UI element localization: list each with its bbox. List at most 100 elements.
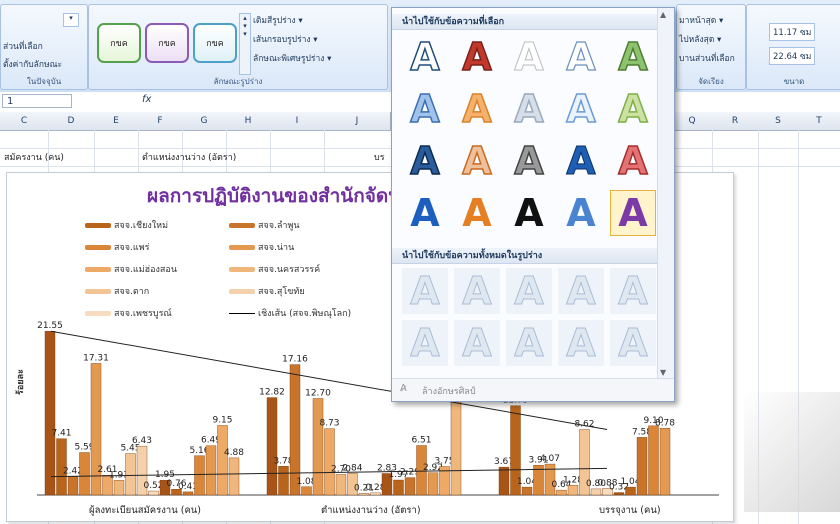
column-header[interactable]: C (0, 112, 49, 131)
chart-bar[interactable] (625, 486, 636, 496)
chart-bar[interactable] (521, 486, 533, 496)
wordart-style-tile[interactable]: A (454, 86, 500, 132)
chart-bar[interactable] (44, 331, 56, 496)
wordart-style-tile[interactable]: A (454, 34, 500, 80)
cell-c1[interactable]: สมัครงาน (คน) (4, 150, 64, 164)
shape-style-purple[interactable]: กขค (145, 23, 189, 63)
wordart-style-tile[interactable]: A (558, 190, 604, 236)
wordart-style-tile[interactable]: A (402, 138, 448, 184)
chart-bar[interactable] (427, 472, 439, 496)
chart-bar[interactable] (393, 479, 404, 496)
chart-bar[interactable] (324, 428, 335, 496)
chart-bar[interactable] (79, 452, 90, 496)
dropdown-arrow-icon[interactable]: ▾ (63, 13, 79, 27)
chart-bar[interactable] (194, 455, 205, 496)
send-back-button[interactable]: ไปหลังสุด ▾ (679, 32, 721, 46)
chart-bar[interactable] (148, 490, 159, 496)
wordart-style-tile[interactable]: A (506, 138, 552, 184)
chart-bar[interactable] (289, 364, 301, 496)
wordart-style-tile[interactable]: A (610, 34, 656, 80)
chart-bar[interactable] (370, 492, 381, 496)
chart-bar[interactable] (613, 492, 625, 496)
wordart-style-tile[interactable]: A (558, 86, 604, 132)
wordart-gallery-panel[interactable]: นำไปใช้กับข้อความที่เลือก นำไปใช้กับข้อค… (391, 7, 675, 402)
chart-bar[interactable] (556, 489, 567, 496)
wordart-style-tile[interactable]: A (610, 86, 656, 132)
wordart-style-tile[interactable]: A (558, 138, 604, 184)
chart-bar[interactable] (67, 476, 79, 496)
shape-height-field[interactable]: 11.17 ซม (769, 23, 816, 41)
chart-bar[interactable] (590, 488, 602, 496)
wordart-style-tile[interactable]: A (506, 34, 552, 80)
wordart-style-tile[interactable]: A (454, 190, 500, 236)
wordart-shape-tile[interactable]: A (558, 320, 604, 366)
shape-effects-button[interactable]: ลักษณะพิเศษรูปร่าง ▾ (253, 51, 331, 65)
chart-bar[interactable] (125, 453, 136, 496)
chart-bar[interactable] (648, 425, 659, 496)
chart-bar[interactable] (335, 474, 347, 496)
column-header[interactable]: T (798, 112, 840, 131)
shape-outline-button[interactable]: เส้นกรอบรูปร่าง ▾ (253, 32, 318, 46)
column-header[interactable]: F (138, 112, 183, 131)
cell-f1[interactable]: ตำแหน่งงานว่าง (อัตรา) (142, 150, 236, 164)
wordart-style-tile[interactable]: A (610, 138, 656, 184)
name-box[interactable]: 1 (2, 94, 72, 108)
scroll-up-icon[interactable]: ▲ (660, 10, 666, 19)
clear-wordart-button[interactable]: ล้างอักษรศิลป์ (422, 384, 476, 398)
chart-bar[interactable] (567, 485, 579, 496)
clear-wordart-row[interactable]: A̷ ล้างอักษรศิลป์ (392, 378, 674, 401)
chart-bar[interactable] (636, 437, 648, 496)
chart-bar[interactable] (498, 466, 510, 496)
chart-bar[interactable] (278, 466, 289, 496)
gallery-scroll-icon[interactable]: ▴ ▾ ▾ (239, 13, 251, 75)
chart-bar[interactable] (205, 445, 217, 496)
wordart-shape-tile[interactable]: A (506, 268, 552, 314)
chart-bar[interactable] (90, 363, 102, 496)
wordart-style-tile[interactable]: A (454, 138, 500, 184)
reset-style-button[interactable]: ตั้งค่ากับลักษณะ (3, 57, 62, 71)
wordart-style-tile[interactable]: A (402, 190, 448, 236)
column-header[interactable]: S (758, 112, 799, 131)
column-header[interactable]: R (712, 112, 759, 131)
chart-bar[interactable] (182, 491, 194, 496)
wordart-shape-tile[interactable]: A (454, 320, 500, 366)
wordart-style-tile[interactable]: A (506, 86, 552, 132)
chart-bar[interactable] (301, 486, 312, 496)
wordart-style-tile[interactable]: A (402, 34, 448, 80)
column-header[interactable]: J (324, 112, 391, 131)
column-header[interactable]: D (48, 112, 95, 131)
selection-pane-button[interactable]: บานส่วนที่เลือก (679, 51, 735, 65)
shape-width-field[interactable]: 22.64 ซม (769, 47, 816, 65)
chart-bar[interactable] (659, 428, 671, 496)
chart-bar[interactable] (312, 398, 324, 496)
wordart-shape-tile[interactable]: A (506, 320, 552, 366)
wordart-shape-tile[interactable]: A (454, 268, 500, 314)
bring-front-button[interactable]: มาหน้าสุด ▾ (679, 13, 723, 27)
wordart-shape-tile[interactable]: A (402, 268, 448, 314)
wordart-style-tile[interactable]: A (506, 190, 552, 236)
chart-bar[interactable] (266, 397, 278, 496)
fx-icon[interactable]: fx (142, 94, 151, 105)
format-selection-button[interactable]: ส่วนที่เลือก (3, 39, 43, 53)
wordart-shape-tile[interactable]: A (610, 268, 656, 314)
cell-j1[interactable]: บร (374, 150, 385, 164)
chart-bar[interactable] (228, 457, 240, 496)
column-header[interactable]: H (226, 112, 271, 131)
column-header[interactable]: Q (672, 112, 713, 131)
shape-style-green[interactable]: กขค (97, 23, 141, 63)
gallery-scrollbar[interactable]: ▲ ▼ (657, 8, 674, 379)
chart-bar[interactable] (404, 477, 416, 496)
chart-bar[interactable] (113, 480, 125, 496)
wordart-shape-tile[interactable]: A (402, 320, 448, 366)
wordart-style-tile[interactable]: A (558, 34, 604, 80)
wordart-shape-tile[interactable]: A (558, 268, 604, 314)
wordart-style-tile[interactable]: A (402, 86, 448, 132)
shape-fill-button[interactable]: เติมสีรูปร่าง ▾ (253, 13, 303, 27)
wordart-style-tile[interactable]: A (610, 190, 656, 236)
column-header[interactable]: G (182, 112, 227, 131)
chart-bar[interactable] (217, 425, 228, 496)
column-header[interactable]: E (94, 112, 139, 131)
shape-style-blue[interactable]: กขค (193, 23, 237, 63)
scroll-down-icon[interactable]: ▼ (660, 368, 666, 377)
chart-bar[interactable] (358, 493, 370, 496)
